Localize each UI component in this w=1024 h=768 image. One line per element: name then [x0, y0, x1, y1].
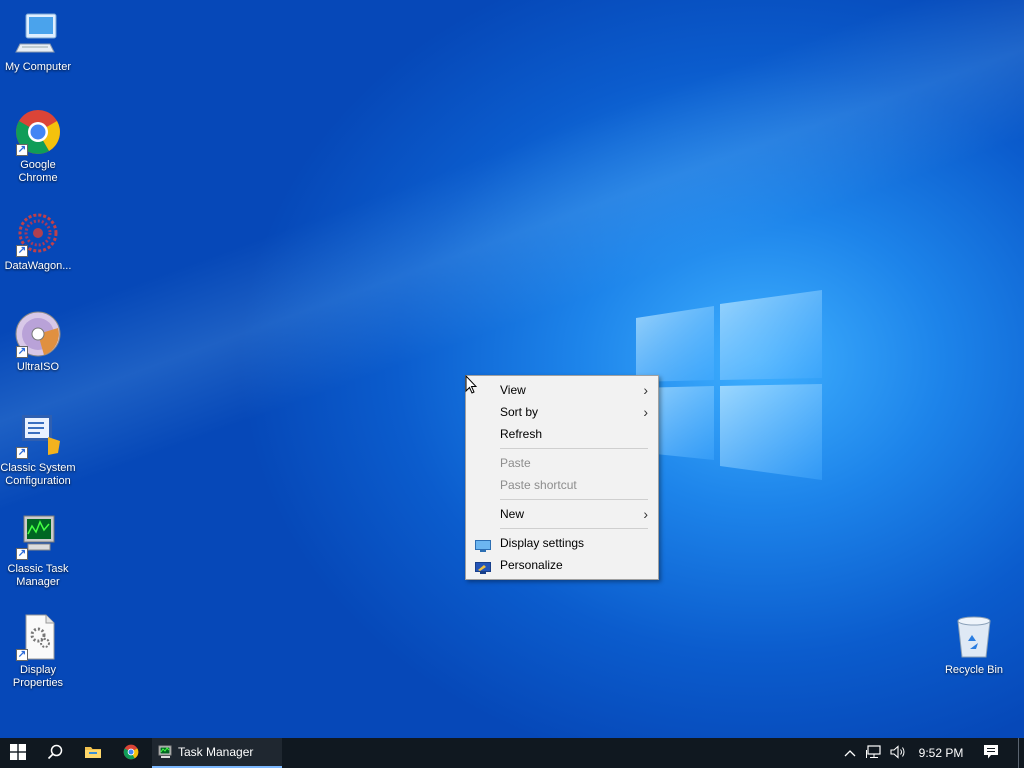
menu-item-sort-by[interactable]: Sort by › — [466, 401, 658, 423]
chevron-right-icon: › — [643, 382, 648, 398]
wallpaper-light-beam — [0, 0, 1024, 738]
desktop-icon-classic-task-manager[interactable]: ↗ Classic Task Manager — [0, 512, 76, 589]
desktop-icon-label: UltraISO — [16, 361, 60, 373]
menu-item-label: New — [500, 507, 525, 521]
clock-time: 9:52 PM — [918, 746, 964, 760]
menu-separator — [500, 528, 648, 529]
network-button[interactable] — [864, 738, 884, 768]
taskbar-item-label: Task Manager — [178, 745, 254, 759]
desktop-icon-label: Classic System Configuration — [0, 462, 76, 487]
recycle-bin-icon — [950, 613, 998, 661]
chrome-taskbar-button[interactable] — [114, 738, 148, 768]
network-icon — [866, 744, 882, 762]
menu-item-personalize[interactable]: Personalize — [466, 554, 658, 576]
windows-logo-wallpaper — [636, 290, 826, 480]
display-properties-icon: ↗ — [14, 613, 62, 661]
file-explorer-icon — [84, 744, 102, 763]
task-manager-icon: ↗ — [14, 512, 62, 560]
chrome-icon: ↗ — [14, 108, 62, 156]
taskbar-item-task-manager[interactable]: Task Manager — [152, 738, 282, 768]
show-hidden-icons-button[interactable] — [842, 738, 858, 768]
computer-icon — [14, 10, 62, 58]
menu-item-label: Sort by — [500, 405, 539, 419]
shortcut-arrow-icon: ↗ — [16, 245, 28, 257]
action-center-button[interactable] — [976, 738, 1006, 768]
personalize-icon — [475, 559, 491, 574]
desktop-icon-label: My Computer — [4, 61, 72, 73]
desktop-icon-label: Display Properties — [12, 664, 64, 689]
desktop-icon-label: DataWagon... — [4, 260, 72, 272]
search-icon — [47, 744, 63, 763]
menu-item-label: Display settings — [500, 536, 585, 550]
menu-item-label: Personalize — [500, 558, 563, 572]
search-button[interactable] — [38, 738, 72, 768]
desktop-icon-label: Classic Task Manager — [7, 563, 69, 588]
shortcut-arrow-icon: ↗ — [16, 346, 28, 358]
datawagon-icon: ↗ — [14, 209, 62, 257]
chevron-right-icon: › — [643, 404, 648, 420]
menu-separator — [500, 499, 648, 500]
chevron-right-icon: › — [643, 506, 648, 522]
windows-start-icon — [10, 743, 26, 763]
start-button[interactable] — [0, 738, 36, 768]
menu-item-label: View — [500, 383, 526, 397]
desktop-icon-google-chrome[interactable]: ↗ Google Chrome — [0, 108, 76, 185]
file-explorer-button[interactable] — [76, 738, 110, 768]
menu-item-label: Paste shortcut — [500, 478, 577, 492]
desktop-context-menu: View › Sort by › Refresh Paste Paste sho… — [465, 375, 659, 580]
desktop-icon-datawagon[interactable]: ↗ DataWagon... — [0, 209, 76, 273]
chrome-icon — [123, 744, 139, 763]
menu-item-label: Refresh — [500, 427, 543, 441]
clock[interactable]: 9:52 PM — [916, 738, 966, 768]
desktop-icon-display-properties[interactable]: ↗ Display Properties — [0, 613, 76, 690]
taskbar: Task Manager 9:52 PM — [0, 738, 1024, 768]
mouse-pointer-icon — [465, 374, 478, 395]
menu-item-label: Paste — [500, 456, 531, 470]
desktop-icon-label: Google Chrome — [18, 159, 58, 184]
desktop[interactable]: My Computer ↗ Google Chrome ↗ DataWagon.… — [0, 0, 1024, 738]
desktop-icon-label: Recycle Bin — [944, 664, 1004, 676]
desktop-icon-my-computer[interactable]: My Computer — [0, 10, 76, 74]
menu-item-new[interactable]: New › — [466, 503, 658, 525]
disc-icon: ↗ — [14, 310, 62, 358]
menu-item-paste: Paste — [466, 452, 658, 474]
volume-button[interactable] — [888, 738, 908, 768]
task-manager-icon — [158, 745, 174, 759]
show-desktop-button[interactable] — [1018, 738, 1024, 768]
desktop-icon-ultraiso[interactable]: ↗ UltraISO — [0, 310, 76, 374]
system-configuration-icon: ↗ — [14, 411, 62, 459]
shortcut-arrow-icon: ↗ — [16, 447, 28, 459]
menu-item-paste-shortcut: Paste shortcut — [466, 474, 658, 496]
shortcut-arrow-icon: ↗ — [16, 649, 28, 661]
desktop-icon-classic-system-configuration[interactable]: ↗ Classic System Configuration — [0, 411, 76, 488]
menu-item-view[interactable]: View › — [466, 379, 658, 401]
menu-separator — [500, 448, 648, 449]
monitor-icon — [475, 537, 491, 552]
desktop-icon-recycle-bin[interactable]: Recycle Bin — [936, 613, 1012, 677]
shortcut-arrow-icon: ↗ — [16, 144, 28, 156]
shortcut-arrow-icon: ↗ — [16, 548, 28, 560]
chevron-up-icon — [844, 746, 856, 760]
action-center-icon — [983, 744, 999, 763]
volume-icon — [890, 744, 906, 762]
menu-item-refresh[interactable]: Refresh — [466, 423, 658, 445]
menu-item-display-settings[interactable]: Display settings — [466, 532, 658, 554]
